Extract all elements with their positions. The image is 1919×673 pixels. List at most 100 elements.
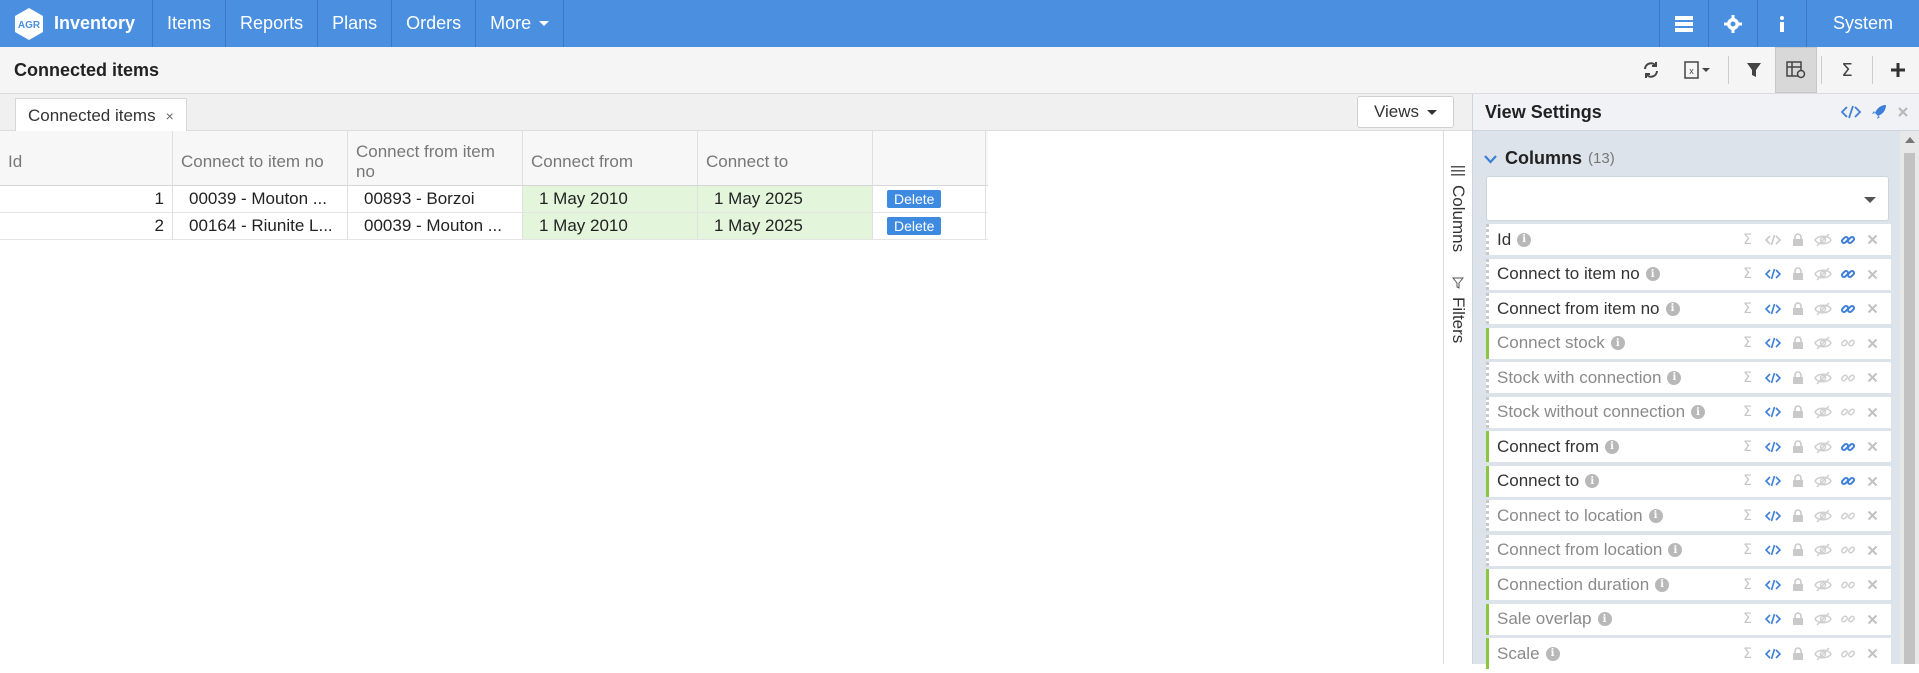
lock-icon[interactable] bbox=[1785, 267, 1810, 281]
link-icon[interactable] bbox=[1835, 542, 1860, 558]
sum-icon[interactable]: Σ bbox=[1826, 47, 1868, 93]
remove-icon[interactable] bbox=[1860, 545, 1885, 556]
code-icon[interactable] bbox=[1760, 268, 1785, 280]
remove-icon[interactable] bbox=[1860, 338, 1885, 349]
gear-icon[interactable] bbox=[1707, 0, 1757, 47]
system-menu[interactable]: System bbox=[1805, 0, 1919, 47]
eye-slash-icon[interactable] bbox=[1810, 646, 1835, 661]
info-icon[interactable]: i bbox=[1645, 267, 1660, 281]
sum-icon[interactable]: Σ bbox=[1735, 404, 1760, 420]
col-header-connect-to-item-no[interactable]: Connect to item no bbox=[173, 131, 348, 185]
columns-section-header[interactable]: Columns (13) bbox=[1484, 144, 1899, 172]
eye-slash-icon[interactable] bbox=[1810, 232, 1835, 247]
lock-icon[interactable] bbox=[1785, 405, 1810, 419]
sum-icon[interactable]: Σ bbox=[1735, 232, 1760, 248]
sum-icon[interactable]: Σ bbox=[1735, 439, 1760, 455]
sum-icon[interactable]: Σ bbox=[1735, 646, 1760, 662]
remove-icon[interactable] bbox=[1860, 303, 1885, 314]
eye-slash-icon[interactable] bbox=[1810, 508, 1835, 523]
lock-icon[interactable] bbox=[1785, 612, 1810, 626]
info-icon[interactable]: i bbox=[1585, 474, 1600, 488]
add-icon[interactable] bbox=[1877, 47, 1919, 93]
sum-icon[interactable]: Σ bbox=[1735, 611, 1760, 627]
link-icon[interactable] bbox=[1835, 335, 1860, 351]
eye-slash-icon[interactable] bbox=[1810, 543, 1835, 557]
column-item[interactable]: Connect to item no i Σ bbox=[1486, 258, 1891, 290]
code-icon[interactable] bbox=[1760, 544, 1785, 556]
column-item[interactable]: Connect to location i Σ bbox=[1486, 500, 1891, 531]
filters-toggle[interactable]: Filters bbox=[1448, 277, 1468, 343]
sum-icon[interactable]: Σ bbox=[1735, 473, 1760, 489]
link-icon[interactable] bbox=[1835, 646, 1860, 662]
remove-icon[interactable] bbox=[1860, 476, 1885, 487]
info-icon[interactable]: i bbox=[1648, 508, 1663, 523]
link-icon[interactable] bbox=[1835, 439, 1860, 455]
nav-plans[interactable]: Plans bbox=[318, 0, 393, 47]
sum-icon[interactable]: Σ bbox=[1735, 301, 1760, 317]
lock-icon[interactable] bbox=[1785, 543, 1810, 557]
eye-slash-icon[interactable] bbox=[1810, 336, 1835, 350]
table-settings-icon[interactable] bbox=[1775, 47, 1817, 93]
col-header-connect-to[interactable]: Connect to bbox=[698, 131, 873, 185]
link-icon[interactable] bbox=[1835, 473, 1860, 489]
link-icon[interactable] bbox=[1835, 508, 1860, 524]
code-icon[interactable] bbox=[1760, 579, 1785, 591]
code-icon[interactable] bbox=[1760, 337, 1785, 349]
col-header-connect-from[interactable]: Connect from bbox=[523, 131, 698, 185]
eye-slash-icon[interactable] bbox=[1810, 439, 1835, 454]
column-item[interactable]: Id i Σ bbox=[1486, 224, 1891, 255]
delete-button[interactable]: Delete bbox=[887, 217, 942, 235]
filter-icon[interactable] bbox=[1733, 47, 1775, 93]
column-item[interactable]: Sale overlap i Σ bbox=[1486, 603, 1891, 635]
info-icon[interactable]: i bbox=[1655, 577, 1670, 592]
code-icon[interactable] bbox=[1760, 303, 1785, 315]
remove-icon[interactable] bbox=[1860, 407, 1885, 418]
lock-icon[interactable] bbox=[1785, 336, 1810, 350]
remove-icon[interactable] bbox=[1860, 372, 1885, 383]
info-icon[interactable]: i bbox=[1517, 232, 1532, 247]
column-item[interactable]: Connect from item no i Σ bbox=[1486, 293, 1891, 324]
remove-icon[interactable] bbox=[1860, 510, 1885, 521]
info-icon[interactable]: i bbox=[1610, 336, 1625, 350]
remove-icon[interactable] bbox=[1860, 579, 1885, 590]
code-icon[interactable] bbox=[1760, 372, 1785, 384]
column-item[interactable]: Connect from location i Σ bbox=[1486, 534, 1891, 566]
lock-icon[interactable] bbox=[1785, 301, 1810, 316]
scroll-thumb[interactable] bbox=[1904, 153, 1915, 664]
column-item[interactable]: Stock without connection i Σ bbox=[1486, 396, 1891, 428]
link-icon[interactable] bbox=[1835, 232, 1860, 248]
info-icon[interactable]: i bbox=[1597, 612, 1612, 626]
lock-icon[interactable] bbox=[1785, 232, 1810, 247]
column-item[interactable]: Connection duration i Σ bbox=[1486, 569, 1891, 600]
brand[interactable]: AGR Inventory bbox=[0, 0, 154, 47]
remove-icon[interactable] bbox=[1860, 614, 1885, 625]
eye-slash-icon[interactable] bbox=[1810, 301, 1835, 316]
info-icon[interactable]: i bbox=[1545, 646, 1560, 661]
info-icon[interactable] bbox=[1756, 0, 1806, 47]
info-icon[interactable]: i bbox=[1665, 301, 1680, 316]
column-item[interactable]: Stock with connection i Σ bbox=[1486, 362, 1891, 393]
lock-icon[interactable] bbox=[1785, 577, 1810, 592]
column-item[interactable]: Scale i Σ bbox=[1486, 638, 1891, 669]
info-icon[interactable]: i bbox=[1691, 405, 1706, 419]
nav-items[interactable]: Items bbox=[153, 0, 227, 47]
table-row[interactable]: 2 00164 - Riunite L... 00039 - Mouton ..… bbox=[0, 213, 988, 240]
remove-icon[interactable] bbox=[1860, 648, 1885, 659]
eye-slash-icon[interactable] bbox=[1810, 267, 1835, 281]
column-item[interactable]: Connect from i Σ bbox=[1486, 431, 1891, 462]
nav-more-dropdown[interactable]: More bbox=[476, 0, 565, 47]
scrollbar[interactable] bbox=[1900, 131, 1919, 664]
code-icon[interactable] bbox=[1841, 105, 1861, 119]
close-icon[interactable] bbox=[1897, 106, 1909, 118]
eye-slash-icon[interactable] bbox=[1810, 474, 1835, 488]
nav-orders[interactable]: Orders bbox=[392, 0, 477, 47]
eye-slash-icon[interactable] bbox=[1810, 370, 1835, 385]
lock-icon[interactable] bbox=[1785, 370, 1810, 385]
views-dropdown[interactable]: Views bbox=[1356, 96, 1454, 128]
column-add-select[interactable] bbox=[1486, 176, 1889, 221]
link-icon[interactable] bbox=[1835, 577, 1860, 593]
code-icon[interactable] bbox=[1760, 613, 1785, 625]
link-icon[interactable] bbox=[1835, 370, 1860, 386]
info-icon[interactable]: i bbox=[1667, 370, 1682, 385]
close-tab-icon[interactable]: × bbox=[166, 108, 174, 124]
